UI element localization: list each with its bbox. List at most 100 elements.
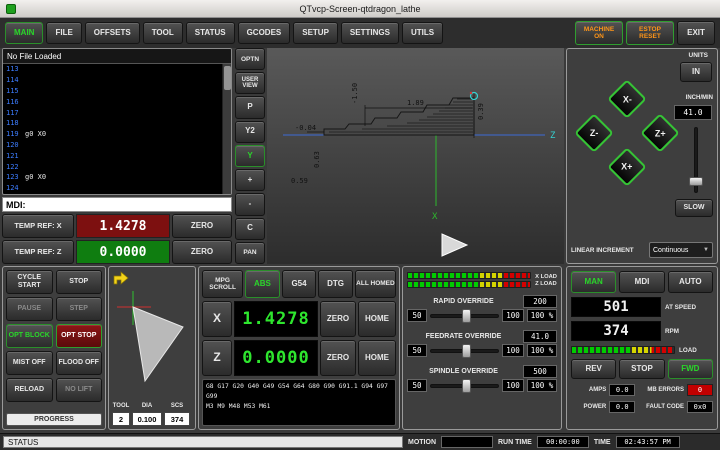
mist-button[interactable]: MIST OFF [6, 351, 53, 375]
tab-status[interactable]: STATUS [186, 22, 235, 44]
view-y2-button[interactable]: Y2 [235, 121, 265, 143]
spindle-rev-button[interactable]: REV [571, 359, 616, 379]
pause-button[interactable]: PAUSE [6, 297, 53, 321]
gcode-scrollbar[interactable] [222, 64, 231, 194]
tab-offsets[interactable]: OFFSETS [85, 22, 140, 44]
gcode-preview[interactable]: Z X 1.89 0.39 -1.50 -0.04 0.63 0.59 [267, 48, 564, 264]
rapid-override-slider[interactable] [430, 309, 499, 323]
jog-z-minus-button[interactable]: Z- [574, 113, 614, 153]
machine-on-button[interactable]: MACHINE ON [575, 21, 623, 45]
step-button[interactable]: STEP [56, 297, 103, 321]
estop-reset-button[interactable]: ESTOP RESET [626, 21, 674, 45]
window-title: QTvcp-Screen-qtdragon_lathe [299, 4, 420, 14]
zero-z-axis-button[interactable]: ZERO [320, 340, 356, 376]
zero-z-button[interactable]: ZERO [172, 240, 232, 264]
jog-rate-label: INCH/MIN [686, 95, 713, 101]
slider-thumb[interactable] [462, 379, 471, 393]
slider-thumb[interactable] [462, 309, 471, 323]
view-clear-button[interactable]: C [235, 218, 265, 240]
tab-main[interactable]: MAIN [5, 22, 43, 44]
jog-rate-slider[interactable] [689, 127, 703, 193]
tab-setup[interactable]: SETUP [293, 22, 338, 44]
dtg-button[interactable]: DTG [318, 270, 353, 298]
rapid-percent: 100 % [527, 309, 557, 322]
stop-button[interactable]: STOP [56, 270, 103, 294]
spindle-stop-button[interactable]: STOP [619, 359, 664, 379]
view-zoom-in-button[interactable]: + [235, 169, 265, 191]
units-button[interactable]: IN [680, 62, 712, 82]
mode-mdi-button[interactable]: MDI [619, 271, 664, 293]
gcode-line: 115 [3, 86, 222, 97]
run-time-label: RUN TIME [498, 439, 532, 446]
power-value: 0.0 [609, 401, 635, 413]
fault-code-value: 0x0 [687, 401, 713, 413]
macro-arrow-icon[interactable] [113, 271, 129, 285]
temp-ref-x-button[interactable]: TEMP REF: X [2, 214, 74, 238]
rapid-max: 100 [502, 309, 524, 322]
jog-x-plus-button[interactable]: X+ [607, 147, 647, 187]
slider-thumb[interactable] [689, 177, 703, 186]
z-load-label: Z LOAD [535, 281, 557, 287]
spindle-override-label: SPINDLE OVERRIDE [407, 368, 520, 375]
home-z-axis-button[interactable]: HOME [358, 340, 396, 376]
view-user-view-button[interactable]: USER VIEW [235, 72, 265, 94]
zero-x-button[interactable]: ZERO [172, 214, 232, 238]
cycle-start-button[interactable]: CYCLE START [6, 270, 53, 294]
tab-settings[interactable]: SETTINGS [341, 22, 399, 44]
gcode-line: 119g0 X0 [3, 129, 222, 140]
dim-0-63: 0.63 [313, 151, 321, 168]
tab-tool[interactable]: TOOL [143, 22, 183, 44]
all-homed-button[interactable]: ALL HOMED [355, 270, 396, 298]
view-p-button[interactable]: P [235, 96, 265, 118]
flood-button[interactable]: FLOOD OFF [56, 351, 103, 375]
mode-man-button[interactable]: MAN [571, 271, 616, 293]
gcode-line: 116 [3, 96, 222, 107]
opt-block-button[interactable]: OPT BLOCK [6, 324, 53, 348]
temp-ref-x-value: 1.4278 [76, 214, 170, 238]
mdi-label-bar[interactable]: MDI: [2, 197, 232, 212]
dim-neg-0-04: -0.04 [295, 124, 316, 132]
gcode-line: 123g0 X0 [3, 172, 222, 183]
g54-button[interactable]: G54 [282, 270, 317, 298]
feedrate-override-slider[interactable] [430, 344, 499, 358]
axis-z-button[interactable]: Z [202, 340, 232, 376]
temp-ref-z-button[interactable]: TEMP REF: Z [2, 240, 74, 264]
tab-file[interactable]: FILE [46, 22, 81, 44]
dim-1-89: 1.89 [407, 99, 424, 107]
spindle-fwd-button[interactable]: FWD [668, 359, 713, 379]
jog-x-minus-button[interactable]: X- [607, 79, 647, 119]
tab-gcodes[interactable]: GCODES [238, 22, 291, 44]
gcode-line: 124 [3, 183, 222, 194]
dro-z-value: 0.0000 [234, 340, 318, 376]
time-value: 02:43:57 PM [616, 436, 680, 448]
no-lift-button[interactable]: NO LIFT [56, 378, 103, 402]
tool-scs-value: 374 [164, 412, 190, 426]
status-bar: STATUS MOTION RUN TIME 00:00:00 TIME 02:… [0, 433, 720, 450]
x-axis-label: X [432, 212, 438, 222]
scrollbar-thumb[interactable] [224, 66, 231, 90]
opt-stop-button[interactable]: OPT STOP [56, 324, 103, 348]
view-optn-button[interactable]: OPTN [235, 48, 265, 70]
linear-increment-row: LINEAR INCREMENT Continuous ▼ [571, 241, 713, 259]
reload-button[interactable]: RELOAD [6, 378, 53, 402]
zero-x-axis-button[interactable]: ZERO [320, 301, 356, 337]
gcode-lines[interactable]: 113 114 115 116 117 118 119g0 X0 120 121… [3, 64, 222, 194]
slow-button[interactable]: SLOW [675, 199, 713, 217]
home-x-axis-button[interactable]: HOME [358, 301, 396, 337]
view-pan-button[interactable]: PAN [235, 242, 265, 264]
view-y-button[interactable]: Y [235, 145, 265, 167]
mode-auto-button[interactable]: AUTO [668, 271, 713, 293]
axis-x-button[interactable]: X [202, 301, 232, 337]
spindle-override-slider[interactable] [430, 379, 499, 393]
mpg-scroll-button[interactable]: MPG SCROLL [202, 270, 243, 298]
fault-code-label: FAULT CODE [638, 404, 684, 410]
exit-button[interactable]: EXIT [677, 21, 715, 45]
linear-increment-combobox[interactable]: Continuous ▼ [649, 242, 713, 258]
load-label: LOAD [679, 347, 697, 354]
view-zoom-out-button[interactable]: - [235, 193, 265, 215]
slider-thumb[interactable] [462, 344, 471, 358]
tab-utils[interactable]: UTILS [402, 22, 443, 44]
gcode-preview-panel[interactable]: Z X 1.89 0.39 -1.50 -0.04 0.63 0.59 [267, 48, 564, 264]
spindle-override-value: 500 [523, 365, 557, 378]
abs-button[interactable]: ABS [245, 270, 280, 298]
